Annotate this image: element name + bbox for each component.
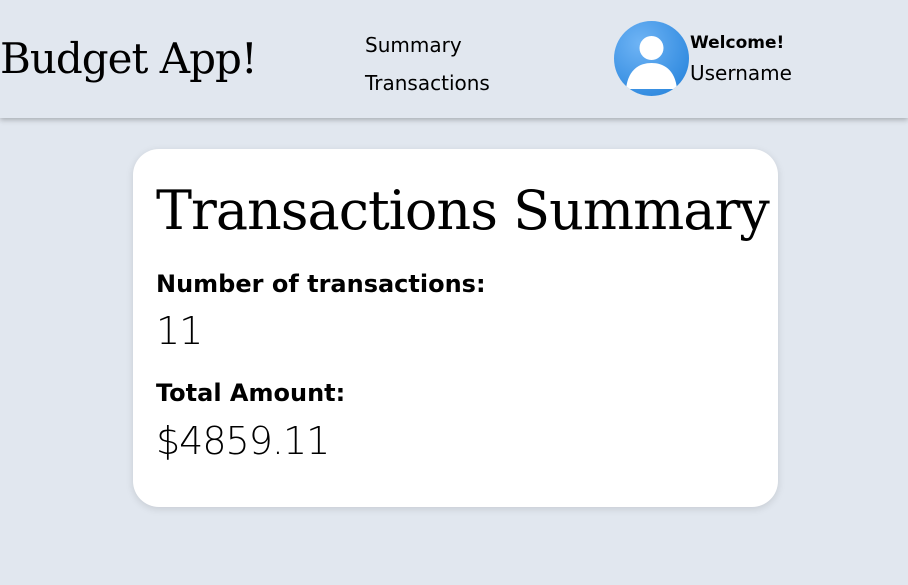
total-amount-label: Total Amount:: [156, 379, 346, 407]
summary-card: Transactions Summary Number of transacti…: [133, 149, 778, 507]
header: Budget App! Summary Transactions Welcome…: [0, 0, 908, 118]
username-text: Username: [690, 61, 792, 85]
transactions-count-value: 11: [156, 309, 203, 353]
app-title: Budget App!: [0, 34, 258, 83]
user-avatar-icon[interactable]: [614, 21, 689, 96]
total-amount-value: $4859.11: [156, 419, 330, 463]
nav-summary-link[interactable]: Summary: [365, 26, 490, 64]
main-nav: Summary Transactions: [365, 26, 490, 102]
nav-transactions-link[interactable]: Transactions: [365, 64, 490, 102]
transactions-count-label: Number of transactions:: [156, 270, 486, 298]
person-icon: [626, 36, 677, 89]
summary-title: Transactions Summary: [156, 179, 770, 242]
welcome-text: Welcome!: [690, 33, 785, 53]
